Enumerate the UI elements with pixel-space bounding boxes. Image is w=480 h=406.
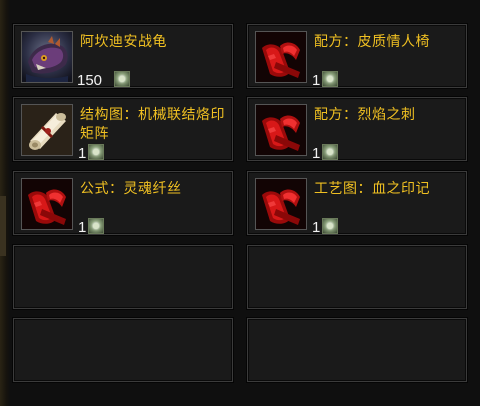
empty-item-slot[interactable]	[13, 318, 233, 382]
item-name: 结构图：机械联结烙印矩阵	[80, 107, 225, 142]
item-quantity: 150	[77, 72, 103, 89]
item-name: 公式：灵魂纤丝	[80, 181, 182, 197]
item-name: 阿坎迪安战龟	[80, 34, 167, 50]
red-scroll-icon	[255, 178, 307, 230]
currency-icon	[322, 71, 338, 87]
red-scroll-icon	[21, 178, 73, 230]
currency-icon	[322, 144, 338, 160]
empty-item-slot[interactable]	[13, 245, 233, 309]
red-scroll-icon	[255, 104, 307, 156]
item-quantity: 1	[312, 145, 321, 162]
parchment-scroll-icon	[21, 104, 73, 156]
item-slot-3[interactable]: 结构图：机械联结烙印矩阵 1	[13, 97, 233, 161]
empty-item-slot[interactable]	[247, 245, 467, 309]
item-quantity: 1	[78, 145, 87, 162]
item-name: 配方：烈焰之刺	[314, 107, 416, 123]
item-slot-1[interactable]: 阿坎迪安战龟 150	[13, 24, 233, 88]
item-slot-6[interactable]: 工艺图：血之印记 1	[247, 171, 467, 235]
turtle-icon	[21, 31, 73, 83]
red-scroll-icon	[255, 31, 307, 83]
item-name: 工艺图：血之印记	[314, 181, 430, 197]
currency-icon	[322, 218, 338, 234]
currency-icon	[88, 144, 104, 160]
item-quantity: 1	[78, 219, 87, 236]
item-name: 配方：皮质情人椅	[314, 34, 430, 50]
item-grid: 阿坎迪安战龟 150 配方：皮质情人椅 1 结构图：机械联结烙印矩阵 1 配方：…	[0, 0, 480, 406]
empty-item-slot[interactable]	[247, 318, 467, 382]
item-slot-2[interactable]: 配方：皮质情人椅 1	[247, 24, 467, 88]
item-quantity: 1	[312, 219, 321, 236]
item-slot-4[interactable]: 配方：烈焰之刺 1	[247, 97, 467, 161]
item-slot-5[interactable]: 公式：灵魂纤丝 1	[13, 171, 233, 235]
item-quantity: 1	[312, 72, 321, 89]
currency-icon	[88, 218, 104, 234]
currency-icon	[114, 71, 130, 87]
